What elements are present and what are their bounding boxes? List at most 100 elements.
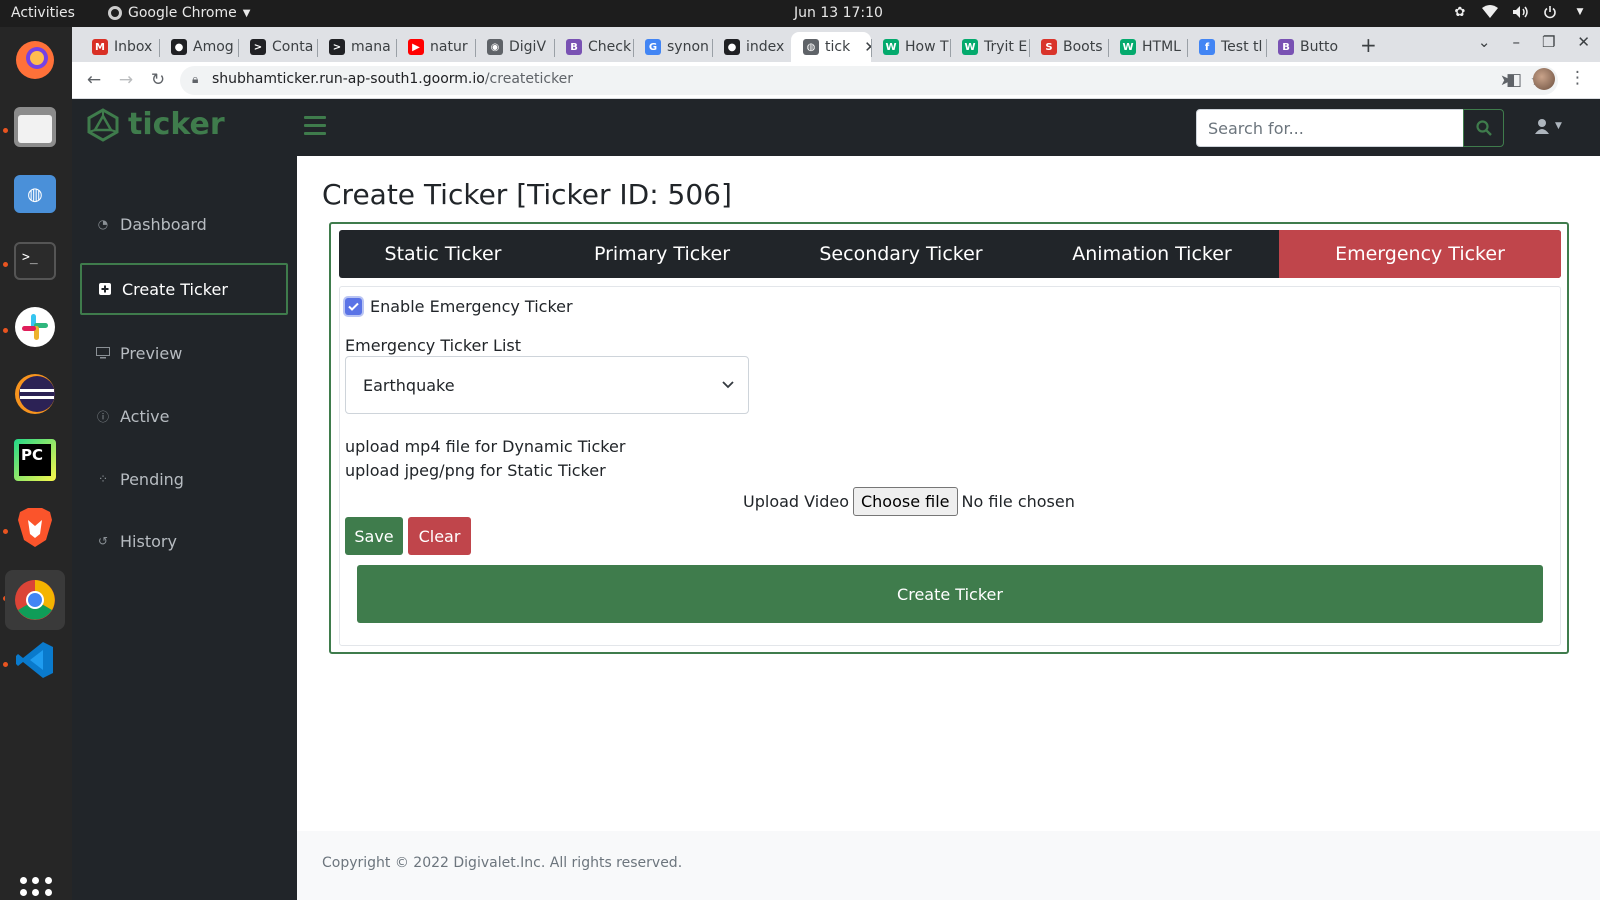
volume-icon[interactable] xyxy=(1512,4,1528,20)
sidebar-item-label: History xyxy=(120,531,177,551)
browser-tab-label: Inbox xyxy=(114,39,153,55)
browser-tab[interactable]: ▶ natur xyxy=(396,32,475,62)
browser-tab-label: Conta xyxy=(272,39,314,55)
forward-icon[interactable]: → xyxy=(114,68,138,92)
choose-file-button[interactable]: Choose file xyxy=(852,487,958,516)
enable-emergency-label: Enable Emergency Ticker xyxy=(370,297,573,316)
activities-button[interactable]: Activities xyxy=(11,5,75,21)
address-bar[interactable]: 🔒︎ shubhamticker.run-ap-south1.goorm.io/… xyxy=(180,66,1558,95)
browser-tab[interactable]: ● Amog xyxy=(159,32,238,62)
caret-down-icon[interactable]: ▼ xyxy=(1572,4,1588,20)
slack-icon[interactable] xyxy=(12,304,58,350)
emergency-ticker-panel: Enable Emergency Ticker Emergency Ticker… xyxy=(339,286,1561,646)
maximize-icon[interactable]: ❐ xyxy=(1542,33,1555,51)
sidebar-item-label: Active xyxy=(120,406,170,426)
show-apps-icon[interactable] xyxy=(20,877,52,900)
window-controls: ⌄ – ❐ ✕ xyxy=(1478,33,1590,51)
search-input[interactable] xyxy=(1196,109,1464,147)
browser-tab-label: Test tl xyxy=(1221,39,1263,55)
software-center-icon[interactable]: ◍ xyxy=(12,171,58,217)
f-icon: f xyxy=(1199,39,1215,55)
tab-primary-ticker[interactable]: Primary Ticker xyxy=(547,230,777,278)
browser-tab[interactable]: B Check xyxy=(554,32,633,62)
user-icon xyxy=(1535,119,1549,134)
app-menu[interactable]: Google Chrome ▼ xyxy=(108,5,250,21)
sidebar-item-create-ticker[interactable]: Create Ticker xyxy=(80,263,288,315)
terminal-icon: > xyxy=(250,39,266,55)
system-tray[interactable]: ✿ ▼ xyxy=(1452,4,1588,20)
wifi-icon[interactable] xyxy=(1482,4,1498,20)
clear-button[interactable]: Clear xyxy=(408,517,471,555)
sidebar-item-pending[interactable]: ⁘ Pending xyxy=(80,453,288,505)
vscode-icon[interactable] xyxy=(12,637,58,683)
browser-tab[interactable]: ◉ DigiV xyxy=(475,32,554,62)
profile-avatar[interactable] xyxy=(1533,68,1555,90)
hamburger-menu-icon[interactable] xyxy=(304,116,326,140)
tab-search-icon[interactable]: ⌄ xyxy=(1478,33,1491,51)
browser-tab[interactable]: W HTML xyxy=(1108,32,1187,62)
lock-icon[interactable]: 🔒︎ xyxy=(192,72,198,87)
tab-animation-ticker[interactable]: Animation Ticker xyxy=(1025,230,1279,278)
browser-tab[interactable]: ◍ tick ✕ xyxy=(791,32,871,62)
brand-logo[interactable]: ticker xyxy=(86,107,225,142)
new-tab-button[interactable]: + xyxy=(1360,33,1377,57)
create-ticker-button[interactable]: Create Ticker xyxy=(357,565,1543,623)
color-picker-icon[interactable]: ✿ xyxy=(1452,4,1468,20)
power-icon[interactable] xyxy=(1542,4,1558,20)
browser-tab-label: DigiV xyxy=(509,39,547,55)
side-panel-icon[interactable]: ◧ xyxy=(1502,68,1526,92)
browser-tab-label: Check xyxy=(588,39,632,55)
dock: ◍ >_ PC xyxy=(0,27,72,900)
pycharm-icon[interactable]: PC xyxy=(12,437,58,483)
sidebar-item-preview[interactable]: Preview xyxy=(80,327,288,379)
close-icon[interactable]: ✕ xyxy=(1577,33,1590,51)
tab-close-icon[interactable]: ✕ xyxy=(864,38,871,56)
browser-tab[interactable]: M Inbox xyxy=(80,32,159,62)
gmail-icon: M xyxy=(92,39,108,55)
tab-emergency-ticker[interactable]: Emergency Ticker xyxy=(1279,230,1561,278)
reload-icon[interactable]: ↻ xyxy=(146,68,170,92)
s-icon: S xyxy=(1041,39,1057,55)
checkmark-icon xyxy=(348,302,359,311)
caret-down-icon: ▼ xyxy=(1555,121,1562,131)
brave-icon[interactable] xyxy=(12,504,58,550)
chevron-down-icon xyxy=(722,381,734,389)
browser-tab[interactable]: > mana xyxy=(317,32,396,62)
terminal-icon[interactable]: >_ xyxy=(12,238,58,284)
browser-tab[interactable]: > Conta xyxy=(238,32,317,62)
minimize-icon[interactable]: – xyxy=(1512,33,1520,51)
app-menu-label: Google Chrome xyxy=(128,5,237,21)
sidebar-item-label: Preview xyxy=(120,343,183,363)
user-menu[interactable]: ▼ xyxy=(1534,118,1562,134)
info-icon: ⓘ xyxy=(96,409,109,424)
browser-tab-label: HTML xyxy=(1142,39,1181,55)
browser-tab[interactable]: Gsynon xyxy=(633,32,712,62)
emergency-list-select[interactable]: Earthquake xyxy=(345,356,749,414)
chrome-icon[interactable] xyxy=(5,570,65,630)
save-button[interactable]: Save xyxy=(345,517,403,555)
sidebar-item-active[interactable]: ⓘ Active xyxy=(80,390,288,442)
browser-tab[interactable]: S Boots xyxy=(1029,32,1108,62)
ticker-type-tabs: Static Ticker Primary Ticker Secondary T… xyxy=(339,230,1561,278)
sidebar-item-dashboard[interactable]: ◔ Dashboard xyxy=(80,198,288,250)
eclipse-icon[interactable] xyxy=(12,371,58,417)
search-button[interactable] xyxy=(1463,109,1504,147)
sidebar-item-history[interactable]: ↺ History xyxy=(80,515,288,567)
back-icon[interactable]: ← xyxy=(82,68,106,92)
browser-tab[interactable]: ● index xyxy=(712,32,791,62)
tab-secondary-ticker[interactable]: Secondary Ticker xyxy=(777,230,1025,278)
tab-static-ticker[interactable]: Static Ticker xyxy=(339,230,547,278)
browser-tab-label: Amog xyxy=(193,39,234,55)
browser-tab[interactable]: W How T xyxy=(871,32,950,62)
files-icon[interactable] xyxy=(12,104,58,150)
menu-dots-icon[interactable]: ⋮ xyxy=(1569,68,1586,88)
browser-tab[interactable]: B Butto xyxy=(1266,32,1345,62)
browser-tab-label: synon xyxy=(667,39,709,55)
clock[interactable]: Jun 13 17:10 xyxy=(794,5,883,21)
firefox-icon[interactable] xyxy=(12,37,58,83)
w3schools-icon: W xyxy=(1120,39,1136,55)
enable-emergency-checkbox[interactable] xyxy=(345,298,362,315)
browser-tab[interactable]: f Test tl xyxy=(1187,32,1266,62)
caret-down-icon: ▼ xyxy=(242,7,251,19)
browser-tab[interactable]: W Tryit E xyxy=(950,32,1029,62)
